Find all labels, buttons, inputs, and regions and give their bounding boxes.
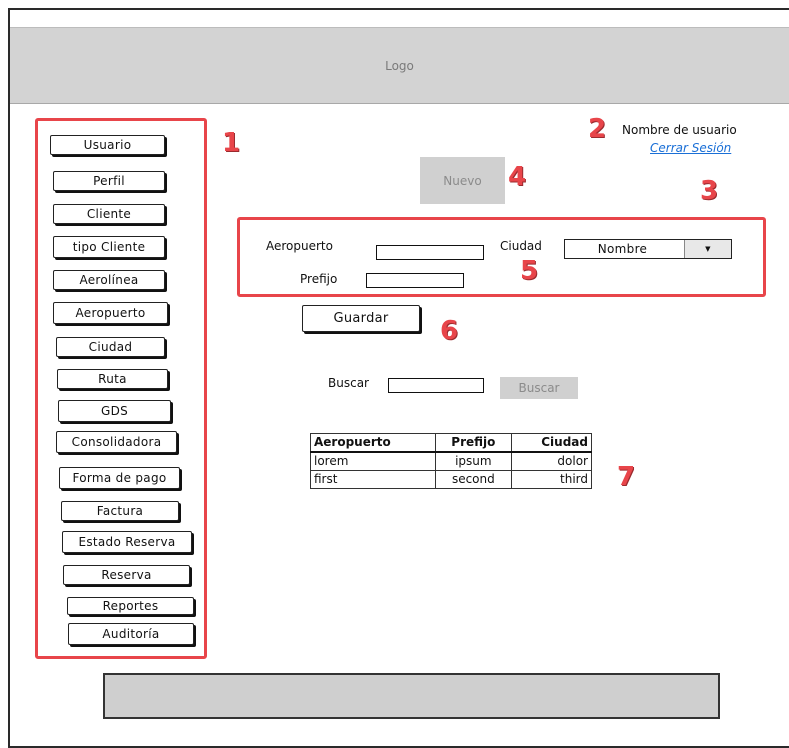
sidebar-item-reportes[interactable]: Reportes	[67, 597, 194, 615]
airport-label: Aeropuerto	[266, 239, 333, 253]
sidebar-item-estado-reserva[interactable]: Estado Reserva	[62, 531, 192, 553]
new-button[interactable]: Nuevo	[420, 157, 505, 204]
logout-link[interactable]: Cerrar Sesión	[650, 141, 731, 155]
column-header-ciudad[interactable]: Ciudad	[510, 433, 593, 453]
results-table: Aeropuerto Prefijo Ciudad lorem ipsum do…	[310, 433, 593, 489]
airport-input[interactable]	[376, 245, 484, 260]
annotation-5: 5	[520, 256, 539, 286]
sidebar-item-reserva[interactable]: Reserva	[63, 565, 190, 585]
sidebar-item-auditoria[interactable]: Auditoría	[68, 623, 194, 645]
sidebar-item-aerolinea[interactable]: Aerolínea	[53, 270, 165, 290]
sidebar-item-cliente[interactable]: Cliente	[53, 204, 165, 224]
sidebar-item-aeropuerto[interactable]: Aeropuerto	[53, 302, 168, 324]
footer-bar	[103, 673, 720, 719]
sidebar-item-ciudad[interactable]: Ciudad	[56, 337, 165, 357]
annotation-6: 6	[440, 316, 459, 346]
prefix-input[interactable]	[366, 273, 464, 288]
city-select-value: Nombre	[597, 242, 648, 256]
annotation-3: 3	[700, 176, 719, 206]
table-row[interactable]: first second third	[310, 470, 593, 489]
column-header-prefijo[interactable]: Prefijo	[434, 433, 512, 453]
sidebar-item-tipo-cliente[interactable]: tipo Cliente	[53, 236, 165, 258]
save-button[interactable]: Guardar	[302, 305, 420, 332]
search-label: Buscar	[328, 376, 369, 390]
cell-ciudad: third	[510, 470, 593, 489]
table-row[interactable]: lorem ipsum dolor	[310, 451, 593, 471]
annotation-7: 7	[617, 462, 636, 492]
sidebar-item-consolidadora[interactable]: Consolidadora	[56, 431, 177, 453]
city-select[interactable]: Nombre ▼	[564, 239, 732, 259]
cell-prefijo: ipsum	[434, 451, 512, 471]
search-button[interactable]: Buscar	[500, 377, 578, 399]
username-label: Nombre de usuario	[622, 123, 737, 137]
sidebar-item-forma-de-pago[interactable]: Forma de pago	[59, 467, 180, 489]
sidebar-item-ruta[interactable]: Ruta	[57, 369, 168, 389]
cell-aeropuerto: first	[310, 470, 436, 489]
annotation-4: 4	[508, 162, 527, 192]
city-label: Ciudad	[500, 239, 542, 253]
prefix-label: Prefijo	[300, 272, 338, 286]
cell-prefijo: second	[434, 470, 512, 489]
table-header-row: Aeropuerto Prefijo Ciudad	[310, 433, 593, 453]
sidebar-item-usuario[interactable]: Usuario	[50, 135, 165, 155]
sidebar-item-gds[interactable]: GDS	[58, 400, 171, 422]
annotation-2: 2	[588, 114, 607, 144]
annotation-1: 1	[222, 128, 241, 158]
cell-ciudad: dolor	[510, 451, 593, 471]
logo: Logo	[385, 58, 414, 73]
sidebar-item-perfil[interactable]: Perfil	[53, 171, 165, 191]
sidebar-item-factura[interactable]: Factura	[61, 501, 179, 521]
cell-aeropuerto: lorem	[310, 451, 436, 471]
chevron-down-icon: ▼	[684, 240, 731, 258]
column-header-aeropuerto[interactable]: Aeropuerto	[310, 433, 436, 453]
search-input[interactable]	[388, 378, 484, 393]
logo-header: Logo	[10, 27, 789, 104]
